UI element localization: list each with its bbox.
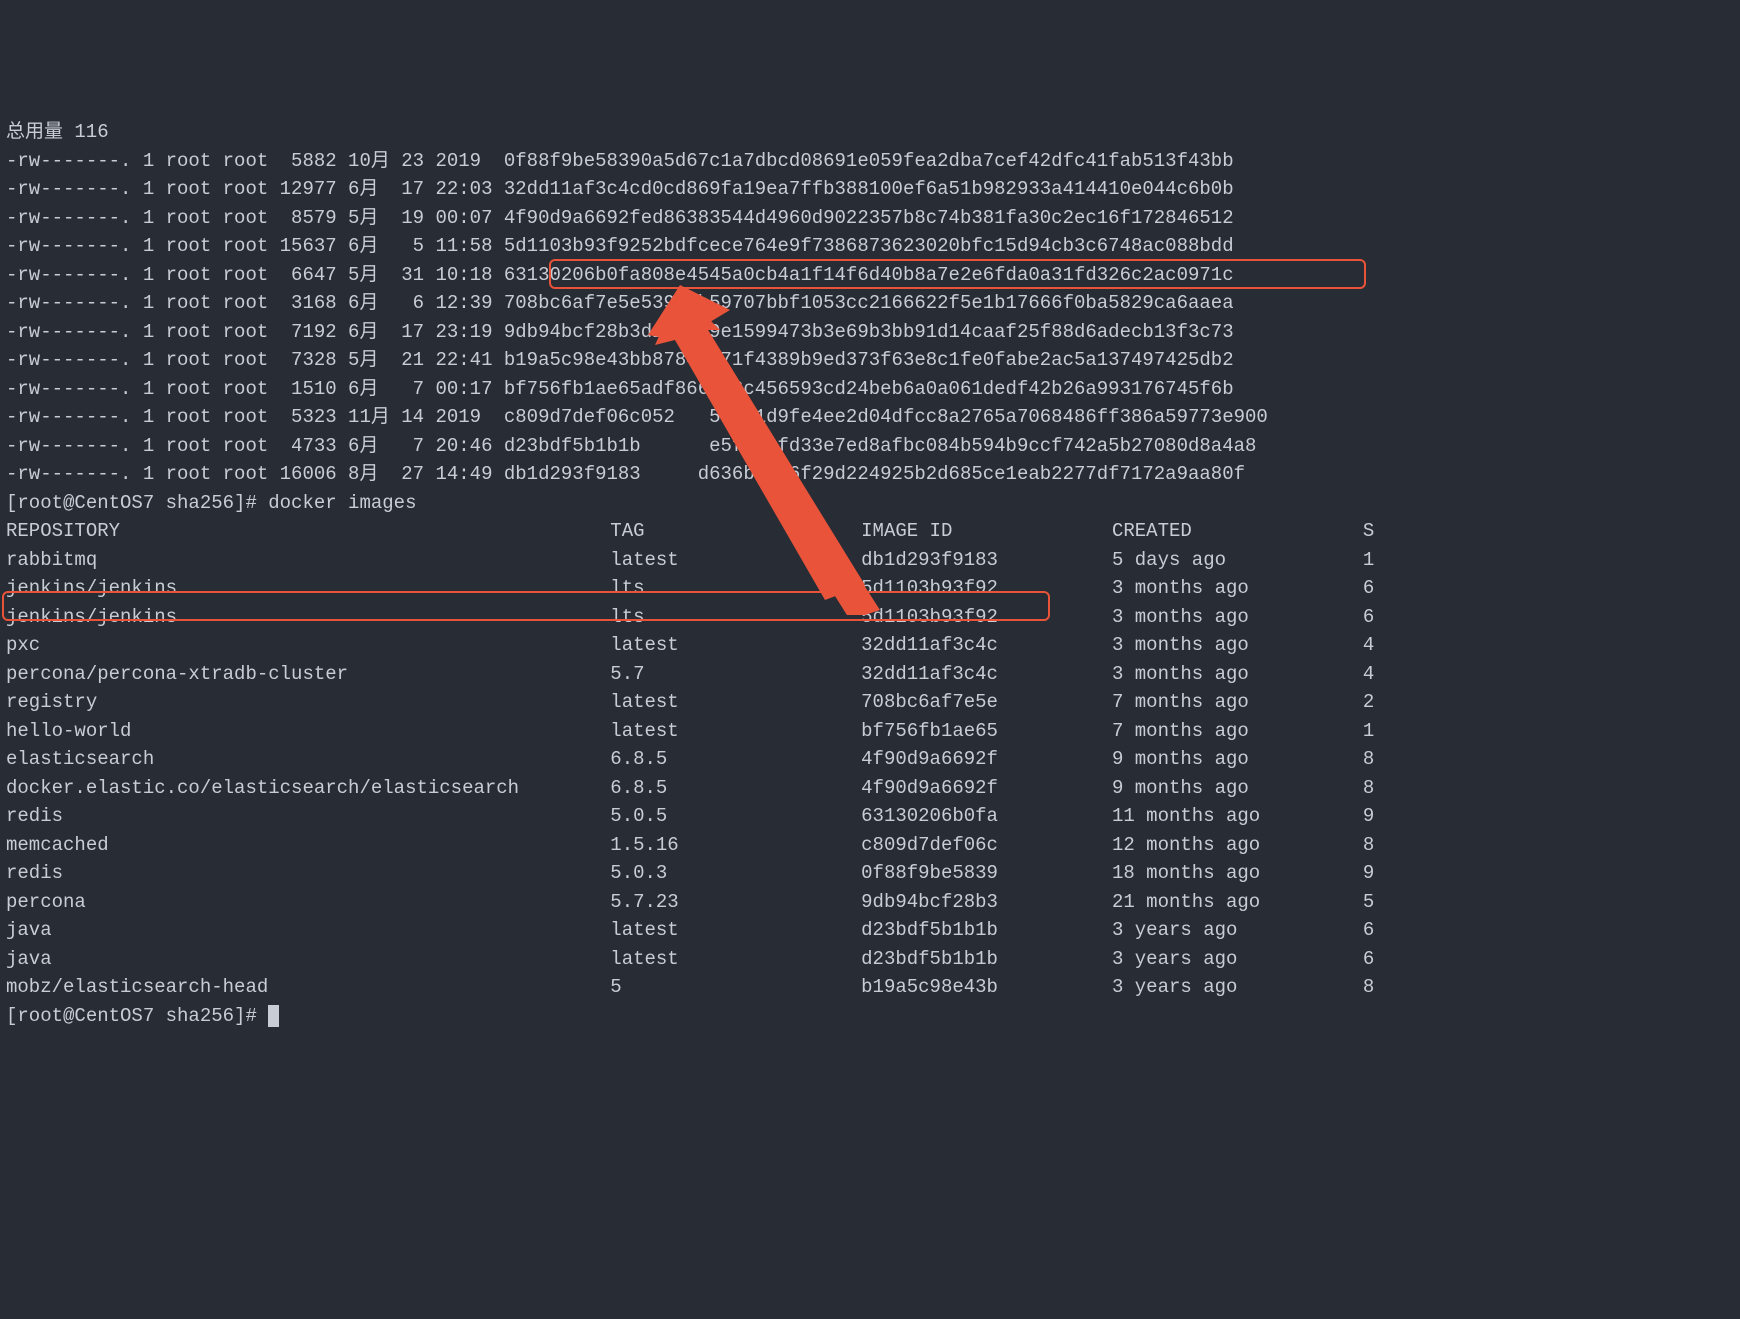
cursor <box>268 1005 279 1027</box>
terminal-output: 总用量 116 -rw-------. 1 root root 5882 10月… <box>6 118 1734 1030</box>
